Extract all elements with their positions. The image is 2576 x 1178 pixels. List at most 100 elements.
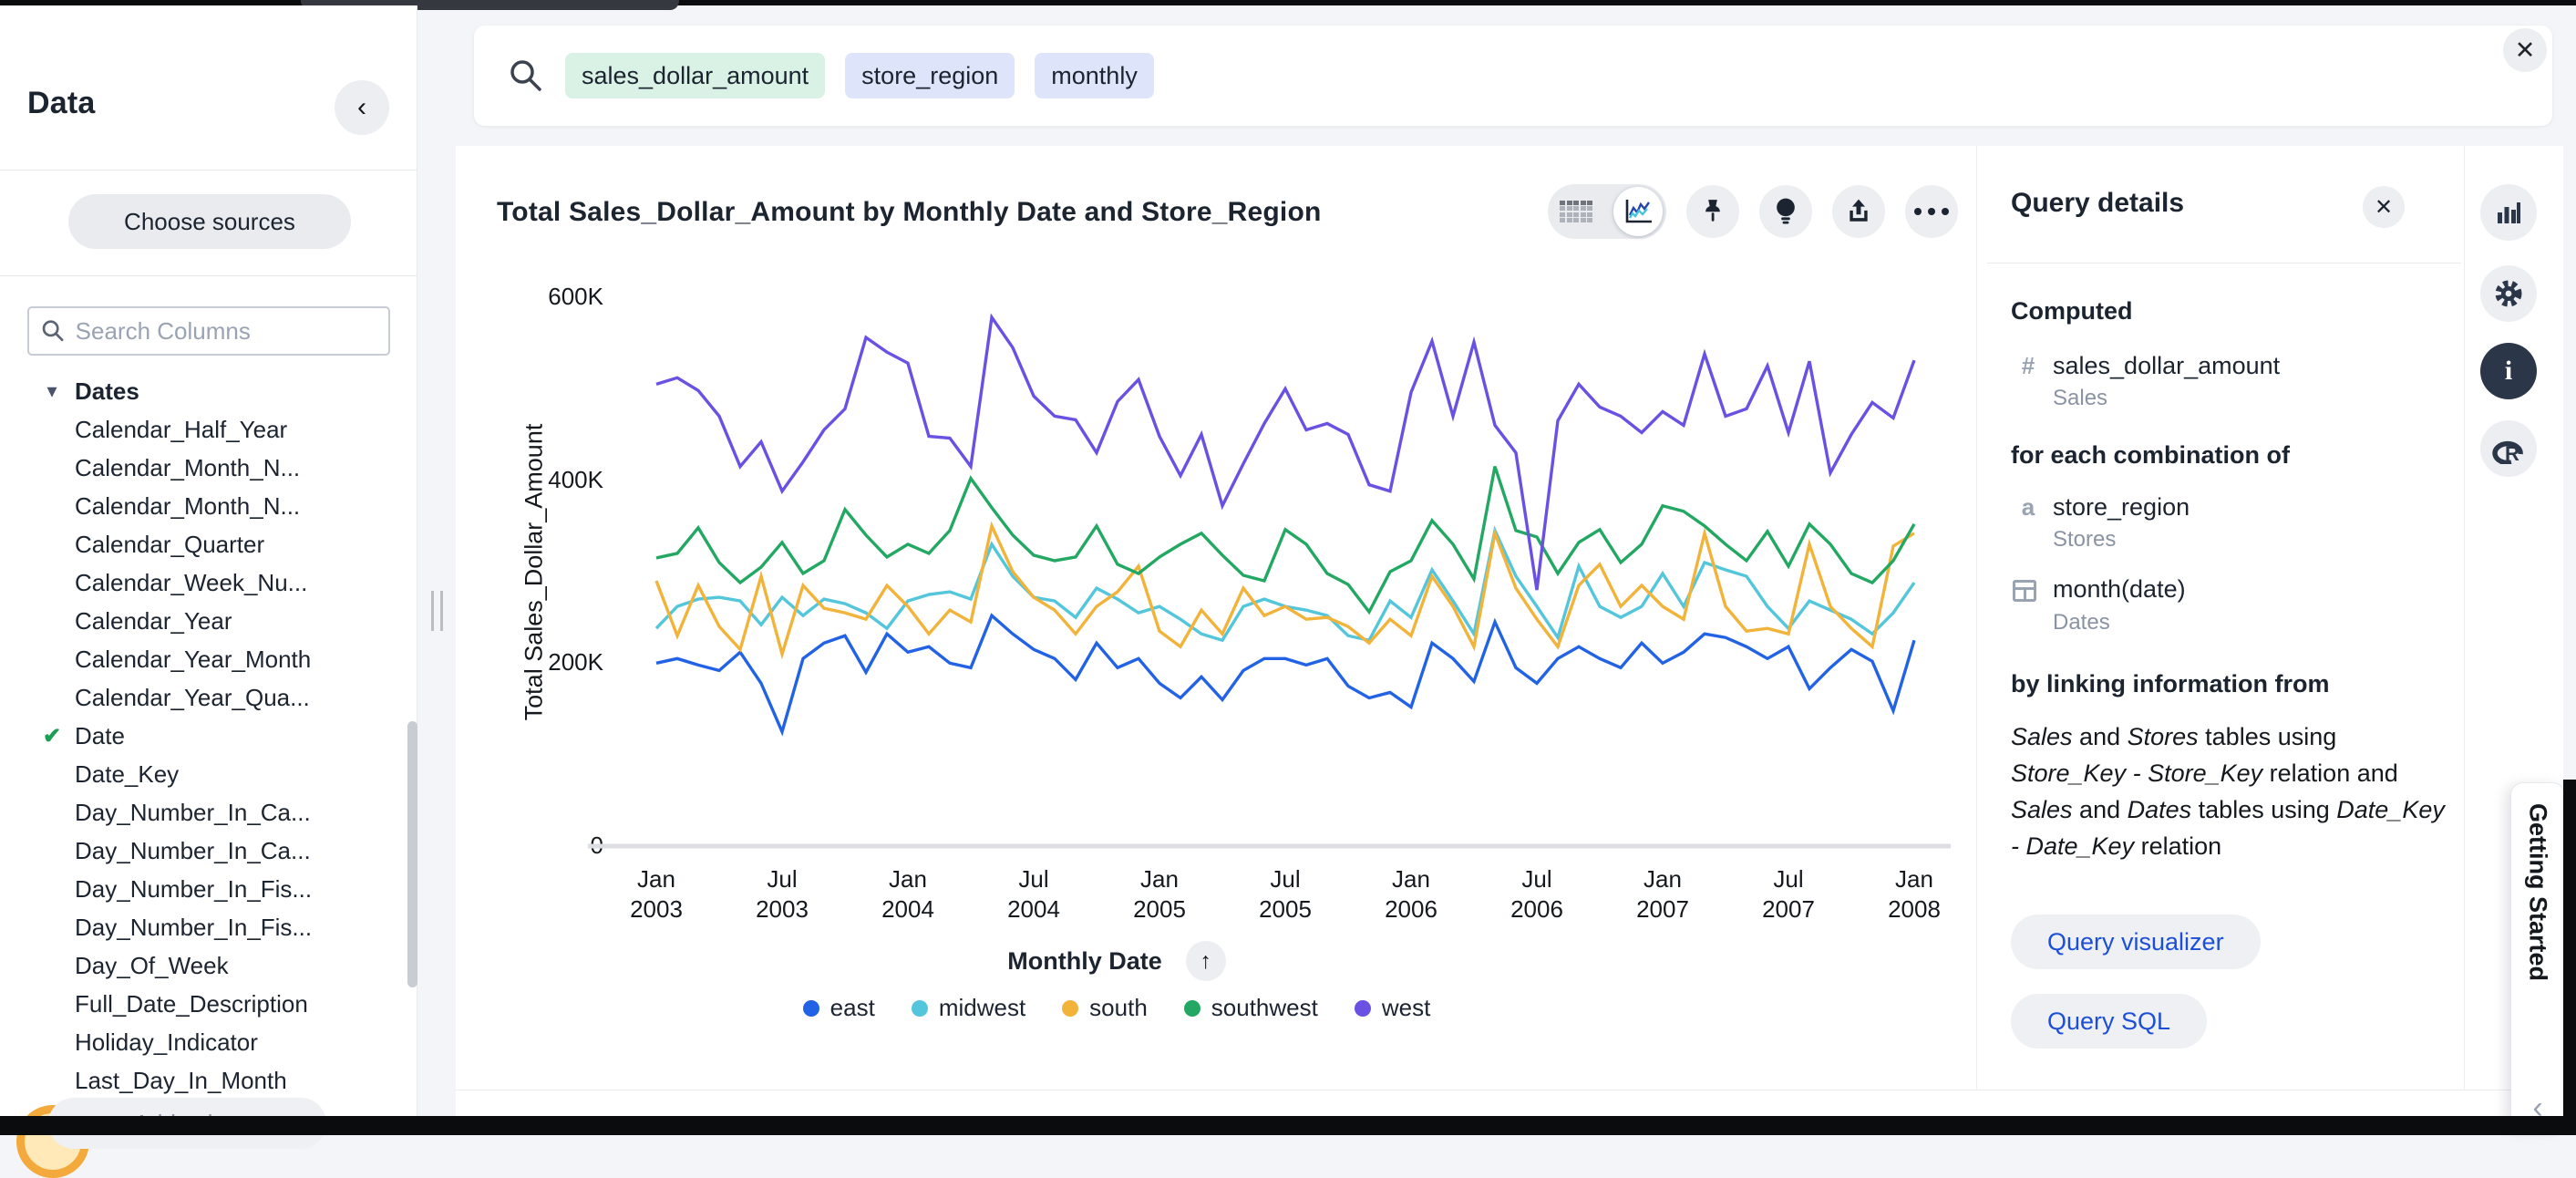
search-columns-field[interactable] xyxy=(27,306,390,356)
legend-item-midwest[interactable]: midwest xyxy=(912,994,1025,1022)
x-tick-label: Jul2004 xyxy=(984,864,1084,925)
tree-item-column[interactable]: Full_Date_Description xyxy=(0,985,407,1023)
choose-sources-button[interactable]: Choose sources xyxy=(68,194,351,249)
linking-description: Sales and Stores tables using Store_Key … xyxy=(2011,718,2447,864)
search-token[interactable]: sales_dollar_amount xyxy=(565,53,825,98)
tree-item-column[interactable]: Calendar_Year_Qua... xyxy=(0,678,407,717)
columns-tree: ▾DatesCalendar_Half_YearCalendar_Month_N… xyxy=(0,372,407,1121)
search-bar[interactable]: sales_dollar_amount store_region monthly xyxy=(474,26,2552,126)
tree-item-column[interactable]: Calendar_Year xyxy=(0,602,407,640)
legend-dot xyxy=(912,1000,928,1017)
series-line-southwest xyxy=(656,467,1914,613)
tree-item-column[interactable]: Last_Day_In_Month xyxy=(0,1061,407,1100)
tree-item-column[interactable]: Date_Key xyxy=(0,755,407,793)
tree-group-dates[interactable]: ▾Dates xyxy=(0,372,407,410)
tree-item-column[interactable]: Calendar_Year_Month xyxy=(0,640,407,678)
legend-item-southwest[interactable]: southwest xyxy=(1184,994,1318,1022)
computed-heading: Computed xyxy=(2011,297,2132,326)
sidebar-scrollbar[interactable] xyxy=(407,721,417,987)
query-details-button[interactable]: i xyxy=(2480,343,2537,399)
getting-started-label: Getting Started xyxy=(2524,803,2552,1099)
gear-icon xyxy=(2493,278,2524,309)
tree-item-column[interactable]: Day_Number_In_Fis... xyxy=(0,870,407,908)
y-axis-title: Total Sales_Dollar_Amount xyxy=(490,307,578,836)
settings-button[interactable] xyxy=(2480,265,2537,322)
divider xyxy=(0,275,417,276)
line-chart xyxy=(583,287,1960,862)
data-sidebar: Data ‹ Choose sources ▾DatesCalendar_Hal… xyxy=(0,5,417,1135)
calendar-icon xyxy=(2013,580,2036,602)
tree-item-column[interactable]: Calendar_Quarter xyxy=(0,525,407,563)
tree-item-column[interactable]: Calendar_Week_Nu... xyxy=(0,563,407,602)
tree-item-column[interactable]: Day_Number_In_Ca... xyxy=(0,832,407,870)
window-bottom-edge xyxy=(0,1116,2576,1135)
legend-dot xyxy=(803,1000,819,1017)
insights-button[interactable] xyxy=(1759,185,1812,238)
measure-name: sales_dollar_amount xyxy=(2053,352,2280,380)
legend-item-south[interactable]: south xyxy=(1062,994,1148,1022)
legend-dot xyxy=(1355,1000,1371,1017)
pin-button[interactable] xyxy=(1686,185,1739,238)
x-tick-label: Jan2008 xyxy=(1864,864,1964,925)
search-token[interactable]: monthly xyxy=(1035,53,1154,98)
measure-source: Sales xyxy=(2053,386,2107,411)
getting-started-tab[interactable]: Getting Started ‹ xyxy=(2510,782,2565,1129)
table-icon xyxy=(1560,201,1592,223)
check-icon: ✔ xyxy=(36,723,67,749)
attribute-name: store_region xyxy=(2053,493,2190,522)
x-tick-label: Jul2006 xyxy=(1487,864,1587,925)
x-tick-label: Jan2006 xyxy=(1361,864,1461,925)
legend-item-west[interactable]: west xyxy=(1355,994,1430,1022)
share-icon xyxy=(1845,198,1872,225)
tree-item-column[interactable]: Calendar_Month_N... xyxy=(0,487,407,525)
close-icon: ✕ xyxy=(2515,36,2536,65)
x-tick-label: Jul2007 xyxy=(1738,864,1839,925)
query-visualizer-button[interactable]: Query visualizer xyxy=(2011,914,2261,969)
search-columns-input[interactable] xyxy=(76,317,377,346)
query-sql-button[interactable]: Query SQL xyxy=(2011,994,2207,1049)
linking-heading: by linking information from xyxy=(2011,670,2330,698)
search-token[interactable]: store_region xyxy=(845,53,1015,98)
x-tick-label: Jul2003 xyxy=(732,864,832,925)
tree-item-column[interactable]: Calendar_Half_Year xyxy=(0,410,407,449)
divider xyxy=(1987,263,2461,264)
chevron-down-icon: ▾ xyxy=(36,379,67,403)
x-tick-label: Jan2005 xyxy=(1109,864,1210,925)
more-options-button[interactable] xyxy=(1905,185,1958,238)
query-details-title: Query details xyxy=(2011,188,2184,219)
ellipsis-icon xyxy=(1914,208,1949,215)
info-icon: i xyxy=(2505,356,2512,387)
measure-hash-icon: # xyxy=(2013,352,2044,380)
close-icon: ✕ xyxy=(2375,194,2393,221)
share-button[interactable] xyxy=(1832,185,1885,238)
divider xyxy=(2464,146,2465,1090)
tree-item-column[interactable]: Calendar_Month_N... xyxy=(0,449,407,487)
legend-dot xyxy=(1184,1000,1200,1017)
x-axis-title: Monthly Date xyxy=(1007,947,1162,976)
chevron-left-icon: ‹ xyxy=(2532,1099,2542,1117)
table-view-button[interactable] xyxy=(1551,187,1601,236)
x-tick-label: Jul2005 xyxy=(1235,864,1335,925)
tree-item-column[interactable]: ✔Date xyxy=(0,717,407,755)
series-line-west xyxy=(656,317,1914,590)
sidebar-collapse-button[interactable]: ‹ xyxy=(335,80,389,135)
query-details-close-button[interactable]: ✕ xyxy=(2363,186,2405,228)
attribute-source: Stores xyxy=(2053,527,2116,553)
svg-text:R: R xyxy=(2505,442,2519,464)
search-close-button[interactable]: ✕ xyxy=(2503,28,2547,72)
tree-item-column[interactable]: Day_Number_In_Fis... xyxy=(0,908,407,946)
legend-item-east[interactable]: east xyxy=(803,994,875,1022)
panel-resize-handle[interactable] xyxy=(429,591,445,631)
tree-item-column[interactable]: Holiday_Indicator xyxy=(0,1023,407,1061)
sort-button[interactable]: ↑ xyxy=(1186,941,1226,981)
chevron-left-icon: ‹ xyxy=(357,92,366,123)
chart-view-button[interactable] xyxy=(1613,187,1663,236)
r-analysis-button[interactable]: R xyxy=(2480,420,2537,477)
tree-item-column[interactable]: Day_Of_Week xyxy=(0,946,407,985)
sort-ascending-icon: ↑ xyxy=(1200,948,1212,975)
search-icon xyxy=(507,57,545,95)
attribute-name: month(date) xyxy=(2053,575,2186,604)
chart-legend-area: Monthly Date ↑ east midwest south southwest… xyxy=(583,941,1650,1022)
chart-config-button[interactable] xyxy=(2480,184,2537,241)
tree-item-column[interactable]: Day_Number_In_Ca... xyxy=(0,793,407,832)
